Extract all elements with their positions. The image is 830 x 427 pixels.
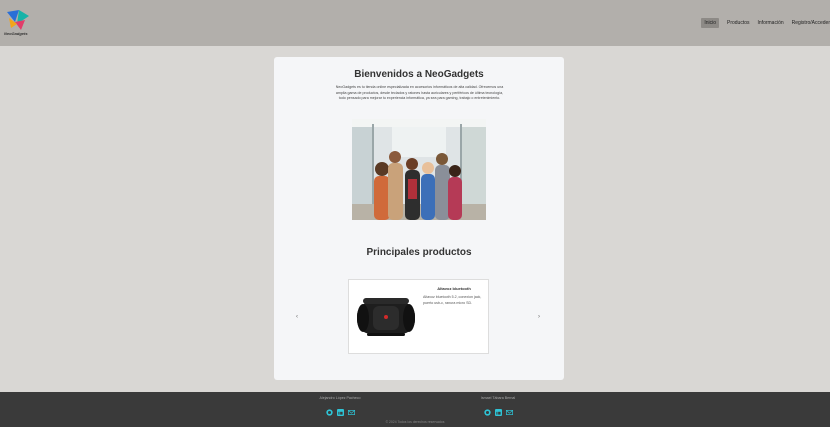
site-header: NeoGadgets Inicio Productos Información … bbox=[0, 0, 830, 46]
hero-team-photo bbox=[352, 119, 486, 220]
github-icon[interactable] bbox=[483, 403, 491, 416]
intro-text: NeoGadgets es tu tienda online especiali… bbox=[335, 85, 504, 101]
linkedin-icon[interactable] bbox=[336, 403, 344, 416]
copyright-text: © 2024 Todos los derechos reservados bbox=[385, 420, 445, 424]
author-name: Ismael Tábara Bernal bbox=[480, 396, 516, 400]
social-links bbox=[458, 403, 538, 416]
social-links bbox=[300, 403, 380, 416]
email-icon[interactable] bbox=[505, 403, 513, 415]
linkedin-icon[interactable] bbox=[494, 403, 502, 416]
nav-productos[interactable]: Productos bbox=[727, 20, 750, 26]
products-title: Principales productos bbox=[366, 247, 472, 258]
author-block: Alejandro López Pacheco bbox=[300, 396, 380, 416]
site-footer: Alejandro López Pacheco Ismael Tábara Be… bbox=[0, 392, 830, 427]
nav-informacion[interactable]: Información bbox=[758, 20, 784, 26]
main-nav: Inicio Productos Información Registro/Ac… bbox=[701, 18, 830, 28]
author-block: Ismael Tábara Bernal bbox=[458, 396, 538, 416]
nav-registro-acceder[interactable]: Registro/Acceder bbox=[792, 20, 830, 26]
github-icon[interactable] bbox=[325, 403, 333, 416]
product-card[interactable]: Altavoz bluetooth Altavoz bluetooth 5.2,… bbox=[348, 279, 489, 354]
carousel-prev-icon[interactable]: ‹ bbox=[296, 314, 298, 320]
main-card: Bienvenidos a NeoGadgets NeoGadgets es t… bbox=[274, 57, 564, 380]
product-description: Altavoz bluetooth 5.2, conexion jack, pu… bbox=[423, 295, 482, 305]
logo-text: NeoGadgets bbox=[4, 31, 28, 36]
author-name: Alejandro López Pacheco bbox=[319, 396, 361, 400]
nav-inicio[interactable]: Inicio bbox=[701, 18, 719, 28]
welcome-title: Bienvenidos a NeoGadgets bbox=[354, 69, 484, 80]
email-icon[interactable] bbox=[347, 403, 355, 415]
carousel-next-icon[interactable]: › bbox=[538, 314, 540, 320]
product-name: Altavoz bluetooth bbox=[437, 286, 471, 291]
speaker-image bbox=[353, 292, 419, 342]
